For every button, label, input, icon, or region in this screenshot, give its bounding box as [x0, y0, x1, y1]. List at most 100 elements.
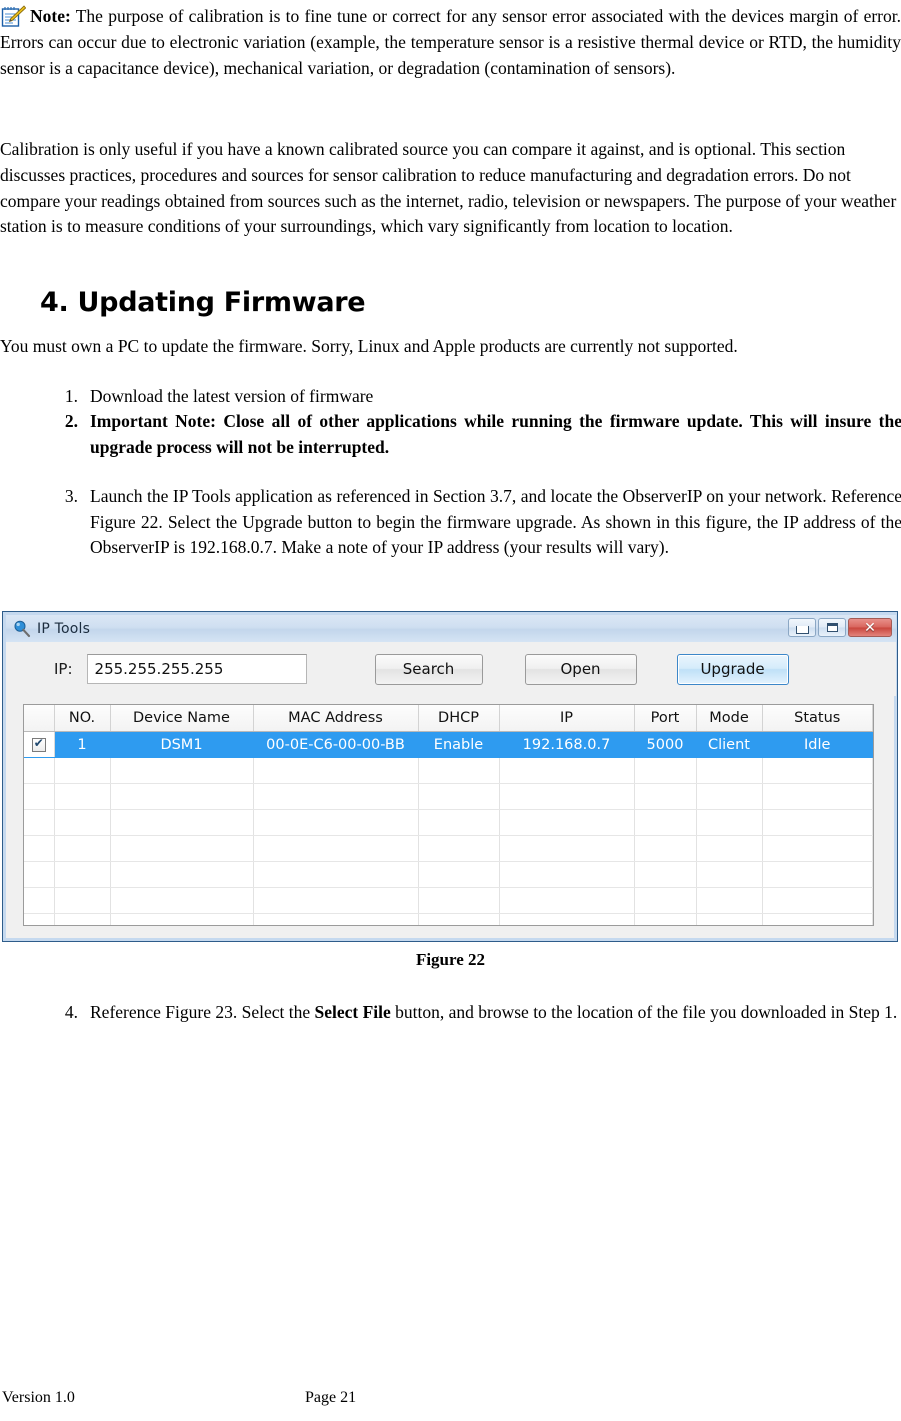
- empty-cell: [696, 887, 763, 914]
- calibration-paragraph-block: Calibration is only useful if you have a…: [0, 137, 901, 240]
- close-button[interactable]: ✕: [848, 618, 892, 637]
- empty-cell: [24, 835, 55, 862]
- empty-cell: [54, 757, 111, 784]
- list-item-number: 2.: [64, 411, 78, 431]
- note-text: Note: The purpose of calibration is to f…: [0, 4, 901, 81]
- cell-ip: 192.168.0.7: [499, 731, 635, 758]
- page-footer: Version 1.0 Page 21: [0, 1389, 901, 1411]
- empty-cell: [418, 835, 500, 862]
- empty-cell: [418, 861, 500, 888]
- table-header-ip[interactable]: IP: [499, 705, 635, 732]
- table-header-device-name[interactable]: Device Name: [110, 705, 254, 732]
- empty-cell: [499, 809, 635, 836]
- empty-cell: [634, 809, 697, 836]
- empty-cell: [499, 913, 635, 925]
- cell-no: 1: [54, 731, 111, 758]
- empty-cell: [762, 861, 873, 888]
- empty-cell: [110, 887, 254, 914]
- open-button[interactable]: Open: [524, 653, 637, 685]
- device-table-container[interactable]: NO. Device Name MAC Address DHCP IP Port…: [23, 704, 874, 926]
- section-heading: 4. Updating Firmware: [40, 287, 366, 318]
- empty-cell: [54, 809, 111, 836]
- cell-dhcp: Enable: [418, 731, 500, 758]
- firmware-intro-block: You must own a PC to update the firmware…: [0, 334, 901, 360]
- empty-cell: [696, 913, 763, 925]
- list-item: 4. Reference Figure 23. Select the Selec…: [42, 1000, 901, 1026]
- empty-cell: [24, 757, 55, 784]
- empty-cell: [54, 835, 111, 862]
- cell-mode: Client: [696, 731, 763, 758]
- table-row[interactable]: [24, 757, 873, 784]
- empty-cell: [253, 835, 419, 862]
- empty-cell: [634, 783, 697, 810]
- empty-cell: [696, 809, 763, 836]
- empty-cell: [418, 887, 500, 914]
- window-controls: ✕: [788, 618, 892, 637]
- empty-cell: [110, 757, 254, 784]
- list-item-text: Important Note: Close all of other appli…: [90, 411, 901, 457]
- maximize-button[interactable]: [818, 618, 846, 637]
- empty-cell: [418, 913, 500, 925]
- empty-cell: [696, 757, 763, 784]
- list-item-number: 4.: [64, 1002, 78, 1022]
- empty-cell: [634, 887, 697, 914]
- step4-prefix: Reference Figure 23. Select the: [90, 1002, 315, 1022]
- footer-version: Version 1.0: [2, 1389, 75, 1406]
- device-table-body: 1 DSM1 00-0E-C6-00-00-BB Enable 192.168.…: [24, 731, 873, 925]
- table-row[interactable]: [24, 913, 873, 925]
- empty-cell: [418, 757, 500, 784]
- empty-cell: [696, 835, 763, 862]
- window-titlebar: IP Tools ✕: [6, 615, 896, 642]
- empty-cell: [110, 861, 254, 888]
- window-title: IP Tools: [37, 620, 91, 637]
- magnifier-icon: [13, 620, 31, 638]
- empty-cell: [110, 913, 254, 925]
- empty-cell: [253, 913, 419, 925]
- table-header-no[interactable]: NO.: [54, 705, 111, 732]
- empty-cell: [696, 783, 763, 810]
- note-block: Note: The purpose of calibration is to f…: [0, 4, 901, 81]
- table-header-dhcp[interactable]: DHCP: [418, 705, 500, 732]
- ip-input[interactable]: 255.255.255.255: [86, 654, 307, 684]
- table-header-mac-address[interactable]: MAC Address: [253, 705, 419, 732]
- empty-cell: [253, 809, 419, 836]
- row-checkbox[interactable]: [31, 736, 46, 752]
- empty-cell: [499, 783, 635, 810]
- note-label: Note:: [30, 6, 71, 26]
- empty-cell: [762, 809, 873, 836]
- cell-mac-address: 00-0E-C6-00-00-BB: [253, 731, 419, 758]
- table-header-port[interactable]: Port: [634, 705, 697, 732]
- table-header-row: NO. Device Name MAC Address DHCP IP Port…: [24, 705, 873, 732]
- minimize-button[interactable]: [788, 618, 816, 637]
- upgrade-button[interactable]: Upgrade: [676, 653, 789, 685]
- list-item: 2. Important Note: Close all of other ap…: [42, 409, 901, 460]
- empty-cell: [54, 861, 111, 888]
- step4-emphasis: Select File: [314, 1002, 391, 1022]
- table-row[interactable]: [24, 809, 873, 836]
- table-row[interactable]: [24, 887, 873, 914]
- empty-cell: [634, 913, 697, 925]
- table-header-status[interactable]: Status: [762, 705, 873, 732]
- cell-device-name: DSM1: [110, 731, 254, 758]
- table-row[interactable]: [24, 861, 873, 888]
- empty-cell: [24, 887, 55, 914]
- empty-cell: [24, 809, 55, 836]
- device-table: NO. Device Name MAC Address DHCP IP Port…: [24, 705, 873, 925]
- empty-cell: [762, 757, 873, 784]
- empty-cell: [634, 757, 697, 784]
- table-row[interactable]: 1 DSM1 00-0E-C6-00-00-BB Enable 192.168.…: [24, 731, 873, 758]
- row-checkbox-cell[interactable]: [24, 731, 55, 758]
- calibration-paragraph: Calibration is only useful if you have a…: [0, 139, 897, 237]
- empty-cell: [762, 835, 873, 862]
- list-item-text: Launch the IP Tools application as refer…: [90, 486, 901, 558]
- table-row[interactable]: [24, 783, 873, 810]
- ip-tools-window: IP Tools ✕ IP: 255.255.255.255 Search Op…: [2, 611, 898, 942]
- search-button[interactable]: Search: [374, 653, 483, 685]
- empty-cell: [418, 783, 500, 810]
- empty-cell: [253, 887, 419, 914]
- table-header-mode[interactable]: Mode: [696, 705, 763, 732]
- empty-cell: [253, 757, 419, 784]
- notepad-pencil-icon: [0, 5, 27, 29]
- table-row[interactable]: [24, 835, 873, 862]
- empty-cell: [253, 861, 419, 888]
